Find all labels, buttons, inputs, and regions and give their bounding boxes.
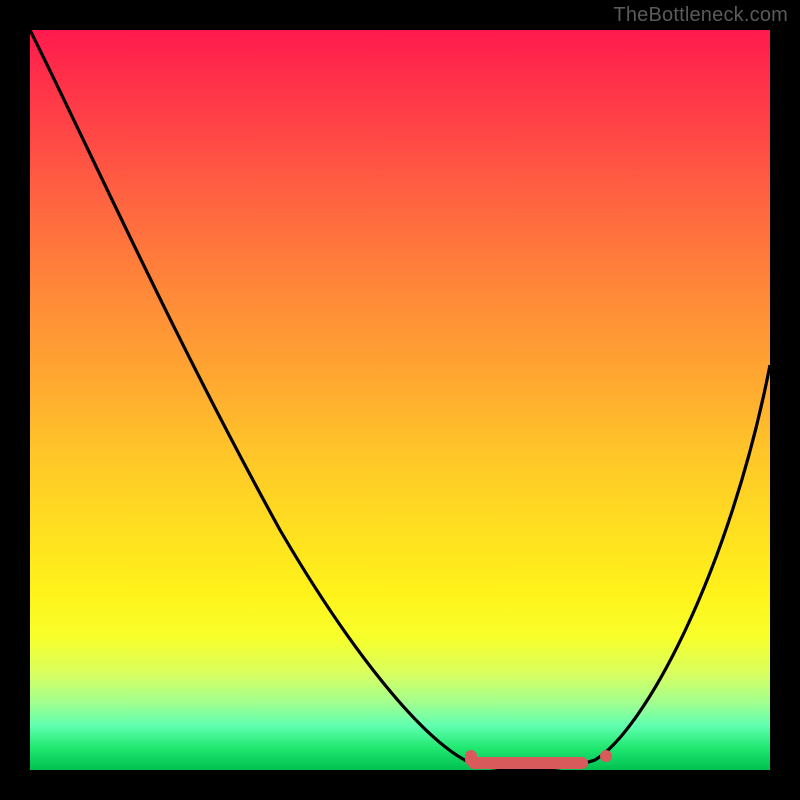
highlight-end-dot	[600, 750, 612, 762]
watermark-text: TheBottleneck.com	[613, 4, 788, 27]
curve-right	[595, 365, 770, 760]
plot-area	[30, 30, 770, 770]
curve-layer	[30, 30, 770, 770]
highlight-range-bar	[468, 757, 588, 769]
curve-left	[30, 30, 475, 765]
